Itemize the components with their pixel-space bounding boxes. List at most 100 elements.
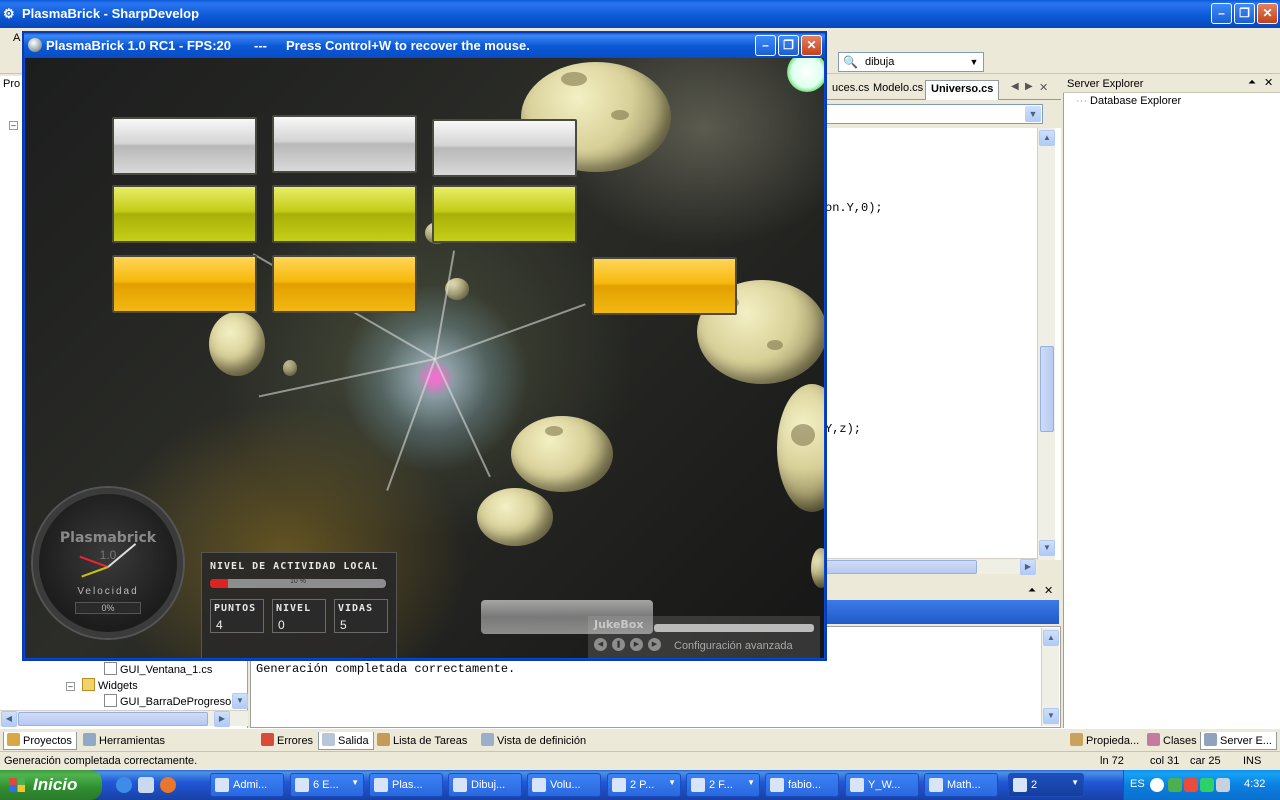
tab-modelo[interactable]: Modelo.cs [868,80,928,100]
tab-close-icon[interactable]: ✕ [1039,81,1048,94]
task-button[interactable]: 2 F... ▼ [686,773,760,797]
tree-expander-widgets[interactable]: – [66,682,75,691]
task-button[interactable]: 2 P... ▼ [607,773,681,797]
pin-icon[interactable]: ⏶ [1248,77,1256,88]
task-button[interactable]: Y_W... [845,773,919,797]
scroll-up-button[interactable]: ▲ [1043,630,1059,646]
scroll-thumb[interactable] [825,560,977,574]
menu-item-first[interactable]: A [13,32,20,44]
chevron-down-icon[interactable]: ▼ [967,55,981,69]
speed-gauge: Plasmabrick 1.0 Velocidad 0% [33,488,183,638]
pin-icon[interactable]: ⏶ [1028,585,1036,596]
tray-expand-icon[interactable] [1150,778,1164,792]
tab-proyectos[interactable]: Proyectos [3,732,77,750]
tree-item-barra[interactable]: GUI_BarraDeProgreso. [104,694,234,708]
scroll-right-button[interactable]: ▶ [1020,559,1036,575]
tree-item-widgets[interactable]: Widgets [82,678,138,692]
level-box: NIVEL 0 [272,599,326,633]
antivirus-icon[interactable] [1184,778,1198,792]
level-label: NIVEL [276,603,312,614]
network-icon[interactable] [1168,778,1182,792]
task-button[interactable]: Plas... [369,773,443,797]
scroll-down-button[interactable]: ▼ [1039,540,1055,556]
ide-title-bar[interactable]: ⚙ PlasmaBrick - SharpDevelop – ❐ ✕ [0,0,1280,28]
status-icon[interactable] [1200,778,1214,792]
ie-icon[interactable] [116,777,132,793]
language-indicator[interactable]: ES [1130,778,1145,790]
status-bar: Generación completada correctamente. ln … [0,751,1280,770]
jukebox-title: JukeBox [594,618,644,631]
volume-icon[interactable] [1216,778,1230,792]
tab-prev-icon[interactable]: ◀ [1011,81,1019,92]
level-value: 0 [278,618,285,632]
asteroid [477,488,553,546]
editor-tab-strip: uces.cs Modelo.cs Universo.cs ◀ ▶ ✕ [825,76,1061,100]
game-maximize-button[interactable]: ❐ [778,35,799,56]
game-title-bar[interactable]: PlasmaBrick 1.0 RC1 - FPS:20 --- Press C… [24,33,825,57]
game-canvas[interactable]: Plasmabrick 1.0 Velocidad 0% NIVEL DE AC… [25,58,824,658]
editor-vscrollbar[interactable]: ▲ ▼ [1037,128,1055,560]
windows-logo-icon [9,778,25,792]
task-button[interactable]: Dibuj... [448,773,522,797]
method-combo[interactable]: 🔍 dibuja ▼ [838,52,984,72]
brick-lime [432,185,577,243]
close-button[interactable]: ✕ [1257,3,1278,24]
task-button[interactable]: Math... [924,773,998,797]
jukebox-track[interactable] [654,624,814,632]
scroll-thumb[interactable] [18,712,208,726]
project-hscrollbar[interactable]: ◀ ▶ [0,710,248,727]
pause-icon[interactable]: ❚ [612,638,625,651]
task-button-active[interactable]: 2 ▼ [1008,773,1084,797]
advanced-config-link[interactable]: Configuración avanzada [674,640,793,652]
tab-salida[interactable]: Salida [318,732,374,750]
close-icon[interactable]: ✕ [1264,76,1273,89]
definition-icon [481,733,494,746]
output-vscrollbar[interactable]: ▲ ▼ [1041,628,1059,726]
task-button[interactable]: fabio... [765,773,839,797]
tab-herramientas[interactable]: Herramientas [80,732,169,750]
next-icon[interactable]: ▶ [648,638,661,651]
scroll-down-button[interactable]: ▼ [232,693,248,709]
tab-server-explorer[interactable]: Server E... [1200,732,1277,750]
tree-expander[interactable]: – [9,121,18,130]
tab-propiedades[interactable]: Propieda... [1067,732,1143,750]
task-button[interactable]: Admi... [210,773,284,797]
chevron-down-icon[interactable]: ▼ [1025,106,1041,122]
tab-lista-de-tareas[interactable]: Lista de Tareas [374,732,471,750]
recover-mouse-message: Press Control+W to recover the mouse. [286,38,530,53]
tree-item-gui-ventana[interactable]: GUI_Ventana_1.cs [104,662,212,676]
task-button[interactable]: Volu... [527,773,601,797]
prev-icon[interactable]: ◀ [594,638,607,651]
lives-box: VIDAS 5 [334,599,388,633]
firefox-icon[interactable] [160,777,176,793]
scroll-left-button[interactable]: ◀ [1,711,17,727]
status-mode: INS [1243,755,1262,767]
play-icon[interactable]: ▶ [630,638,643,651]
start-button[interactable]: Inicio [0,770,102,800]
maximize-button[interactable]: ❐ [1234,3,1255,24]
task-button[interactable]: 6 E... ▼ [290,773,364,797]
member-combo[interactable]: ▼ [825,104,1043,124]
game-minimize-button[interactable]: – [755,35,776,56]
game-title: PlasmaBrick 1.0 RC1 - FPS:20 [46,38,231,53]
scroll-down-button[interactable]: ▼ [1043,708,1059,724]
tab-clases[interactable]: Clases [1144,732,1201,750]
database-explorer-item[interactable]: ··· Database Explorer [1076,95,1181,107]
code-editor[interactable]: on.Y,0); Y,z); [825,128,1061,560]
close-icon[interactable]: ✕ [1044,584,1053,597]
game-close-button[interactable]: ✕ [801,35,822,56]
scroll-up-button[interactable]: ▲ [1039,130,1055,146]
tasks-icon [377,733,390,746]
tab-universo[interactable]: Universo.cs [925,80,1000,100]
code-line: Y,z); [825,422,862,436]
tab-errores[interactable]: Errores [258,732,317,750]
scroll-right-button[interactable]: ▶ [214,711,230,727]
scroll-thumb[interactable] [1040,346,1054,432]
system-tray: ES 4:32 [1123,770,1280,800]
editor-hscrollbar[interactable]: ▶ [825,558,1037,575]
tab-vista-de-definicion[interactable]: Vista de definición [478,732,590,750]
brick-grey [432,119,577,177]
minimize-button[interactable]: – [1211,3,1232,24]
tab-next-icon[interactable]: ▶ [1025,81,1033,92]
desktop-icon[interactable] [138,777,154,793]
